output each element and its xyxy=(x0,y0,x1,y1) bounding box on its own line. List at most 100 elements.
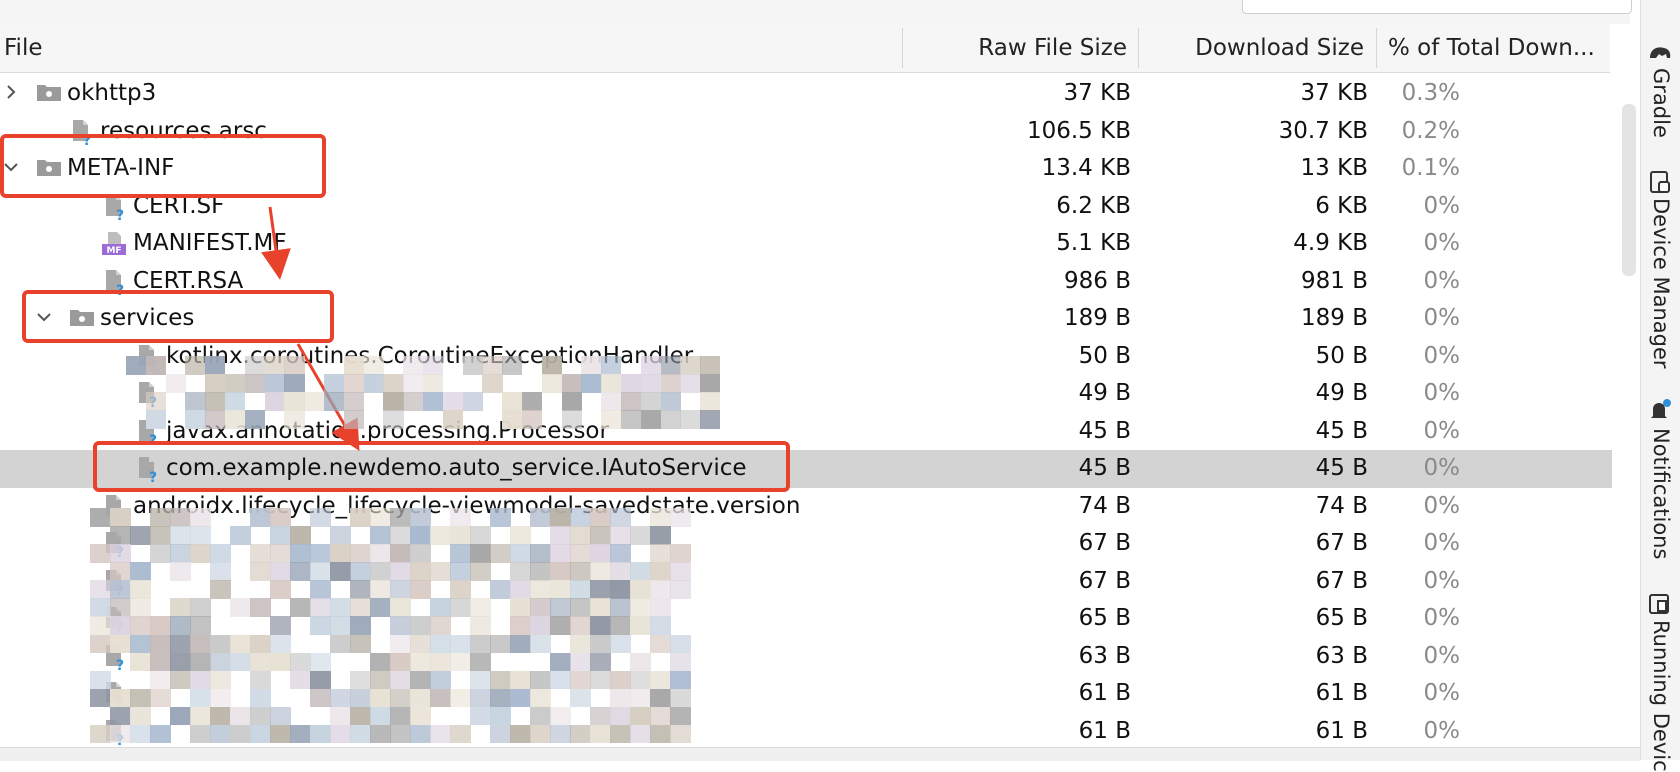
download-size: 45 B xyxy=(1315,417,1368,444)
download-size: 189 B xyxy=(1301,305,1368,331)
download-size: 37 KB xyxy=(1300,80,1368,106)
download-size: 74 B xyxy=(1315,492,1368,519)
table-row[interactable]: META-INF 13.4 KB 13 KB 0.1% xyxy=(0,150,1612,188)
toolwindow-gradle[interactable]: Gradle xyxy=(1643,42,1677,138)
unknown-file-icon: ? xyxy=(102,269,126,299)
unknown-file-icon: ? xyxy=(102,606,126,636)
download-size: 61 B xyxy=(1315,680,1368,706)
table-row[interactable]: services 189 B 189 B 0% xyxy=(0,300,1612,338)
toolwindow-device-manager[interactable]: Device Manager xyxy=(1643,170,1677,369)
table-row[interactable]: ? androidx.lifecycle_lifecycle-viewmodel-… xyxy=(0,488,1612,526)
unknown-file-icon: ? xyxy=(102,681,126,711)
raw-file-size: 61 B xyxy=(1078,717,1131,744)
column-header-file[interactable]: File xyxy=(4,24,43,72)
table-row[interactable]: ? 65 B 65 B 0% xyxy=(0,600,1612,638)
column-separator[interactable] xyxy=(1138,28,1139,68)
raw-file-size: 67 B xyxy=(1078,567,1131,594)
unknown-file-icon: ? xyxy=(102,719,126,749)
raw-file-size: 74 B xyxy=(1078,492,1131,519)
raw-file-size: 67 B xyxy=(1078,530,1131,556)
download-size: 65 B xyxy=(1315,605,1368,631)
download-size: 50 B xyxy=(1315,342,1368,369)
raw-file-size: 45 B xyxy=(1078,455,1131,481)
folder-icon xyxy=(69,307,95,327)
file-name: CERT.SF xyxy=(133,192,225,219)
raw-file-size: 106.5 KB xyxy=(1026,117,1131,144)
table-row[interactable]: ? javax.annotation.processing.Processor 45… xyxy=(0,413,1612,451)
svg-text:?: ? xyxy=(149,395,157,407)
raw-file-size: 37 KB xyxy=(1063,80,1131,106)
raw-file-size: 50 B xyxy=(1078,342,1131,369)
column-header-raw-size[interactable]: Raw File Size xyxy=(905,24,1127,72)
toolwindow-running-devices[interactable]: Running Devic xyxy=(1643,592,1677,772)
download-percent: 0% xyxy=(1423,342,1461,369)
download-percent: 0.3% xyxy=(1401,80,1460,106)
download-percent: 0% xyxy=(1423,305,1461,331)
table-row[interactable]: ? CERT.RSA 986 B 981 B 0% xyxy=(0,263,1612,301)
svg-text:?: ? xyxy=(83,133,91,145)
unknown-file-icon: ? xyxy=(102,494,126,524)
table-row[interactable]: ? 67 B 67 B 0% xyxy=(0,525,1612,563)
column-header-percent[interactable]: % of Total Down... xyxy=(1388,24,1595,72)
download-size: 67 B xyxy=(1315,530,1368,556)
column-header-download-size[interactable]: Download Size xyxy=(1140,24,1364,72)
svg-text:?: ? xyxy=(149,470,157,482)
chevron-right-icon[interactable] xyxy=(2,83,20,101)
table-row[interactable]: ? 61 B 61 B 0% xyxy=(0,713,1612,751)
column-separator[interactable] xyxy=(902,28,903,68)
chevron-down-icon[interactable] xyxy=(35,308,53,326)
table-row[interactable]: ? 61 B 61 B 0% xyxy=(0,675,1612,713)
table-row[interactable]: okhttp3 37 KB 37 KB 0.3% xyxy=(0,75,1612,113)
raw-file-size: 65 B xyxy=(1078,605,1131,631)
unknown-file-icon: ? xyxy=(135,344,159,374)
download-size: 4.9 KB xyxy=(1293,230,1368,256)
table-row[interactable]: ? com.example.newdemo.auto_service.IAutoS… xyxy=(0,450,1612,488)
svg-text:?: ? xyxy=(116,733,124,745)
unknown-file-icon: ? xyxy=(69,119,93,149)
raw-file-size: 986 B xyxy=(1064,267,1131,294)
folder-icon xyxy=(36,157,62,177)
table-row[interactable]: ? 67 B 67 B 0% xyxy=(0,563,1612,601)
table-row[interactable]: ? 49 B 49 B 0% xyxy=(0,375,1612,413)
toolwindow-notifications[interactable]: Notifications xyxy=(1643,398,1677,559)
download-size: 63 B xyxy=(1315,642,1368,669)
top-search-box[interactable] xyxy=(1242,0,1632,14)
download-percent: 0% xyxy=(1423,192,1461,219)
table-row[interactable]: MF MANIFEST.MF 5.1 KB 4.9 KB 0% xyxy=(0,225,1612,263)
table-header: File Raw File Size Download Size % of To… xyxy=(0,24,1610,73)
download-percent: 0% xyxy=(1423,567,1461,594)
chevron-down-icon[interactable] xyxy=(2,158,20,176)
horizontal-scrollbar[interactable] xyxy=(0,747,1640,761)
raw-file-size: 49 B xyxy=(1078,380,1131,406)
download-size: 61 B xyxy=(1315,717,1368,744)
svg-text:?: ? xyxy=(116,545,124,557)
download-size: 49 B xyxy=(1315,380,1368,406)
download-size: 981 B xyxy=(1301,267,1368,294)
raw-file-size: 63 B xyxy=(1078,642,1131,669)
unknown-file-icon: ? xyxy=(102,569,126,599)
download-percent: 0% xyxy=(1423,380,1461,406)
column-separator[interactable] xyxy=(1376,28,1377,68)
download-percent: 0% xyxy=(1423,455,1461,481)
vertical-scrollbar[interactable] xyxy=(1622,104,1636,276)
raw-file-size: 45 B xyxy=(1078,417,1131,444)
table-row[interactable]: ? resources.arsc 106.5 KB 30.7 KB 0.2% xyxy=(0,113,1612,151)
table-row[interactable]: ? CERT.SF 6.2 KB 6 KB 0% xyxy=(0,188,1612,226)
file-name: androidx.lifecycle_lifecycle-viewmodel-s… xyxy=(133,492,801,519)
download-percent: 0% xyxy=(1423,530,1461,556)
folder-icon xyxy=(36,82,62,102)
raw-file-size: 6.2 KB xyxy=(1056,192,1131,219)
device-manager-icon xyxy=(1650,171,1670,193)
table-row[interactable]: ? 63 B 63 B 0% xyxy=(0,638,1612,676)
download-percent: 0% xyxy=(1423,680,1461,706)
toolwindow-label: Running Devic xyxy=(1649,620,1673,772)
table-row[interactable]: ? kotlinx.coroutines.CoroutineExceptionHa… xyxy=(0,338,1612,376)
download-percent: 0.1% xyxy=(1401,155,1460,181)
svg-text:?: ? xyxy=(116,658,124,670)
file-name: resources.arsc xyxy=(100,117,267,144)
svg-text:MF: MF xyxy=(106,246,121,255)
raw-file-size: 61 B xyxy=(1078,680,1131,706)
file-name: CERT.RSA xyxy=(133,267,244,294)
manifest-file-icon: MF xyxy=(102,231,126,256)
svg-text:?: ? xyxy=(149,433,157,445)
